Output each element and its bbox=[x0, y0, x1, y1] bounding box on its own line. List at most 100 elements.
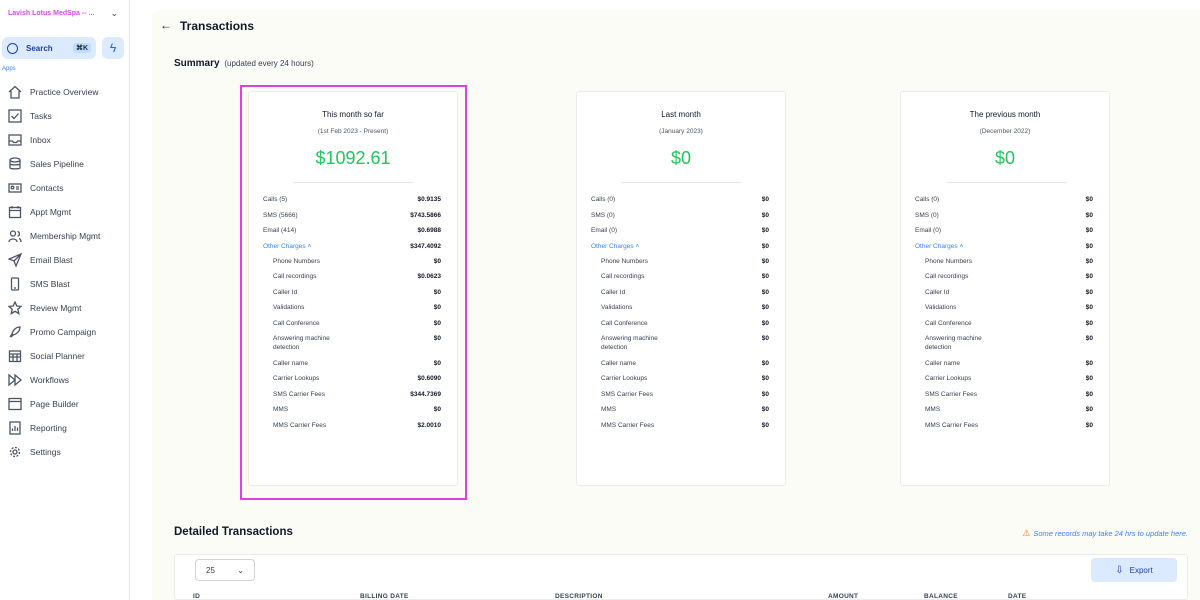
column-header-date[interactable]: DATE bbox=[1008, 593, 1026, 600]
summary-heading: Summary (updated every 24 hours) bbox=[174, 58, 314, 69]
card-divider bbox=[294, 182, 414, 183]
sidebar-item-tasks[interactable]: Tasks bbox=[8, 104, 126, 128]
sub-charge-label: MMS bbox=[601, 406, 617, 413]
sub-charge-value: $0 bbox=[1085, 421, 1093, 429]
other-charges-text: Other Charges bbox=[263, 242, 306, 250]
other-charges-toggle[interactable]: Other Charges ˄ $0 bbox=[591, 242, 769, 251]
charge-value: $0.6988 bbox=[417, 227, 442, 234]
other-charges-toggle[interactable]: Other Charges ˄ $0 bbox=[915, 242, 1093, 251]
sub-charge-value: $0 bbox=[1085, 359, 1093, 367]
charge-row-sms: SMS (0) $0 bbox=[591, 211, 769, 220]
export-button[interactable]: ⇩ Export bbox=[1091, 558, 1177, 582]
sub-charge-label: Call Conference bbox=[925, 319, 972, 327]
sub-charge-label: MMS bbox=[273, 406, 289, 413]
sub-charge-row: Caller name $0 bbox=[915, 359, 1093, 368]
sub-charge-row: Validations $0 bbox=[263, 303, 441, 312]
calendar-icon bbox=[8, 205, 22, 219]
sidebar-item-appt-mgmt[interactable]: Appt Mgmt bbox=[8, 200, 126, 224]
sub-charge-row: Caller Id $0 bbox=[591, 288, 769, 297]
sub-charge-value: $0 bbox=[1085, 257, 1093, 265]
charge-value: $347.4092 bbox=[410, 242, 441, 250]
other-charges-label: Other Charges ˄ bbox=[915, 242, 963, 251]
star-icon bbox=[8, 301, 22, 315]
sub-charge-label: Call recordings bbox=[925, 273, 969, 280]
sidebar-item-sales-pipeline[interactable]: Sales Pipeline bbox=[8, 152, 126, 176]
sub-charge-value: $0 bbox=[761, 288, 769, 296]
search-button[interactable]: Search ⌘K bbox=[2, 37, 96, 59]
sub-charge-row: MMS Carrier Fees $2.0010 bbox=[263, 421, 441, 430]
sub-charge-label: SMS Carrier Fees bbox=[601, 390, 654, 398]
sidebar-item-contacts[interactable]: Contacts bbox=[8, 176, 126, 200]
sub-charge-value: $0 bbox=[433, 335, 441, 342]
charge-row-calls: Calls (0) $0 bbox=[915, 195, 1093, 204]
sub-charge-value: $0 bbox=[1085, 375, 1093, 382]
sidebar-item-sms-blast[interactable]: SMS Blast bbox=[8, 272, 126, 296]
bolt-icon: ϟ bbox=[109, 41, 117, 55]
detailed-transactions-title: Detailed Transactions bbox=[174, 526, 293, 538]
main-content: ← Transactions Summary (updated every 24… bbox=[152, 10, 1200, 600]
column-header-billing-date[interactable]: BILLING DATE bbox=[360, 593, 409, 600]
sidebar-item-label: Contacts bbox=[30, 183, 64, 193]
card-period: (1st Feb 2023 - Present) bbox=[317, 128, 389, 135]
sidebar-item-promo-campaign[interactable]: Promo Campaign bbox=[8, 320, 126, 344]
contact-card-icon bbox=[8, 181, 22, 195]
sub-charge-row: Call recordings $0.0623 bbox=[263, 272, 441, 281]
column-header-balance[interactable]: BALANCE bbox=[924, 593, 958, 600]
sidebar-item-reporting[interactable]: Reporting bbox=[8, 416, 126, 440]
sub-charge-value: $0 bbox=[1085, 273, 1093, 280]
sidebar-item-social-planner[interactable]: Social Planner bbox=[8, 344, 126, 368]
card-title: The previous month bbox=[969, 110, 1041, 119]
quick-actions-button[interactable]: ϟ bbox=[102, 37, 124, 59]
sub-charge-value: $0 bbox=[1085, 390, 1093, 398]
warning-icon: ⚠ bbox=[1022, 528, 1031, 538]
sidebar-item-practice-overview[interactable]: Practice Overview bbox=[8, 80, 126, 104]
sidebar-item-workflows[interactable]: Workflows bbox=[8, 368, 126, 392]
sub-charge-value: $0 bbox=[761, 375, 769, 382]
card-title: This month so far bbox=[322, 110, 384, 119]
search-icon bbox=[7, 42, 18, 54]
chevron-down-icon: ⌄ bbox=[237, 565, 244, 575]
column-header-amount[interactable]: AMOUNT bbox=[828, 593, 858, 600]
other-charges-toggle[interactable]: Other Charges ˄ $347.4092 bbox=[263, 242, 441, 251]
sidebar-item-label: Appt Mgmt bbox=[30, 207, 72, 217]
sub-charge-row: Caller name $0 bbox=[591, 359, 769, 368]
sub-charge-label: Answering machine detection bbox=[601, 335, 658, 351]
chevron-up-icon: ˄ bbox=[307, 242, 312, 250]
sidebar-item-membership-mgmt[interactable]: Membership Mgmt bbox=[8, 224, 126, 248]
other-charges-text: Other Charges bbox=[591, 242, 634, 250]
sub-charge-value: $0 bbox=[761, 319, 769, 327]
other-charges-breakdown: Phone Numbers $0 Call recordings $0.0623 C… bbox=[263, 257, 441, 430]
charge-row-calls: Calls (5) $0.9135 bbox=[263, 195, 441, 204]
sub-charge-label: MMS Carrier Fees bbox=[925, 421, 979, 429]
sub-charge-value: $0 bbox=[761, 257, 769, 265]
sidebar-item-page-builder[interactable]: Page Builder bbox=[8, 392, 126, 416]
gear-icon bbox=[8, 445, 22, 459]
column-header-id[interactable]: ID bbox=[193, 593, 200, 600]
sub-charge-row: Carrier Lookups $0.6090 bbox=[263, 374, 441, 383]
charge-value: $0.9135 bbox=[417, 196, 442, 203]
page-size-select[interactable]: 25 ⌄ bbox=[195, 559, 255, 581]
sub-charge-row: Carrier Lookups $0 bbox=[915, 374, 1093, 383]
sub-charge-label: MMS Carrier Fees bbox=[601, 421, 655, 429]
sub-charge-value: $0 bbox=[433, 257, 441, 265]
sub-charge-row: Phone Numbers $0 bbox=[915, 257, 1093, 266]
back-arrow-icon[interactable]: ← bbox=[160, 18, 172, 32]
sidebar-item-inbox[interactable]: Inbox bbox=[8, 128, 126, 152]
charge-label: Calls (0) bbox=[915, 196, 940, 203]
sidebar-item-email-blast[interactable]: Email Blast bbox=[8, 248, 126, 272]
sub-charge-label: Call Conference bbox=[273, 319, 320, 327]
sidebar-item-review-mgmt[interactable]: Review Mgmt bbox=[8, 296, 126, 320]
account-switcher[interactable]: Lavish Lotus MedSpa -- ... ⌄ bbox=[8, 6, 118, 20]
sidebar-item-settings[interactable]: Settings bbox=[8, 440, 126, 464]
charges-list: Calls (0) $0 SMS (0) $0 Email (0) $0 Other … bbox=[915, 195, 1093, 436]
summary-card-last-month: Last month (January 2023) $0 Calls (0) $0… bbox=[576, 91, 786, 486]
card-title: Last month bbox=[661, 110, 701, 119]
sub-charge-label: Validations bbox=[273, 304, 305, 311]
apps-section-label: Apps bbox=[2, 66, 16, 72]
sub-charge-label: SMS Carrier Fees bbox=[273, 390, 326, 398]
transactions-table-panel: 25 ⌄ ⇩ Export ID BILLING DATE DESCRIPTIO… bbox=[174, 554, 1188, 600]
sidebar: Lavish Lotus MedSpa -- ... ⌄ Search ⌘K ϟ… bbox=[0, 0, 130, 600]
column-header-description[interactable]: DESCRIPTION bbox=[555, 593, 603, 600]
sub-charge-value: $0 bbox=[1085, 335, 1093, 342]
charge-row-email: Email (414) $0.6988 bbox=[263, 226, 441, 235]
